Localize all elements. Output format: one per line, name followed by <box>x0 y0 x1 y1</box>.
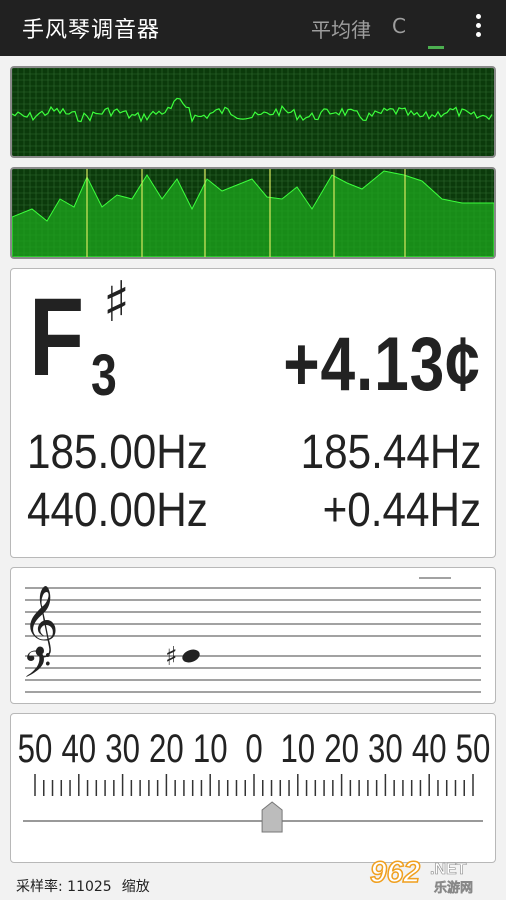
meter-scale-label: 40 <box>412 726 447 771</box>
meter-scale-label: 10 <box>193 726 228 771</box>
temperament-selector[interactable]: 平均律 <box>311 14 371 43</box>
svg-text:962: 962 <box>370 856 420 889</box>
sharp-icon: ♯ <box>103 270 131 335</box>
cents-meter: 50 40 30 20 10 0 10 20 30 40 50 <box>18 726 491 833</box>
watermark-logo: 962 .NET 乐游网 <box>369 855 473 896</box>
spectrum-area <box>12 170 494 257</box>
bass-clef-icon: 𝄢 <box>23 644 51 695</box>
meter-scale-label: 50 <box>456 726 491 771</box>
note-head <box>182 649 200 663</box>
app-title: 手风琴调音器 <box>22 18 161 43</box>
reference-frequency: 440.00Hz <box>27 484 208 537</box>
overflow-menu-icon[interactable] <box>468 12 488 40</box>
spectrum-plot <box>12 169 494 257</box>
cents-deviation: +4.13¢ <box>283 322 481 407</box>
meter-scale-label: 20 <box>324 726 359 771</box>
note-name: F <box>29 276 85 399</box>
waveform-plot <box>12 68 494 156</box>
note-sharp-icon: ♯ <box>165 642 178 672</box>
sample-rate: 采样率: 11025 <box>16 879 112 895</box>
waveform-scope <box>10 66 496 158</box>
measured-frequency: 185.44Hz <box>300 426 481 479</box>
tab-indicator <box>428 46 444 49</box>
status-bar: 采样率: 11025 缩放 <box>16 876 150 896</box>
spectrum-scope <box>10 167 496 259</box>
cents-meter-panel: 50 40 30 20 10 0 10 20 30 40 50 <box>10 713 496 863</box>
staff-panel: 𝄞 𝄢 ♯ <box>10 567 496 704</box>
meter-scale-label: 50 <box>18 726 53 771</box>
meter-needle[interactable] <box>261 801 283 833</box>
target-frequency: 185.00Hz <box>27 426 208 479</box>
music-staff: 𝄞 𝄢 ♯ <box>23 577 481 695</box>
svg-text:乐游网: 乐游网 <box>434 880 473 896</box>
meter-scale-label: 20 <box>149 726 184 771</box>
note-octave: 3 <box>91 343 117 408</box>
meter-scale-label: 30 <box>368 726 403 771</box>
frequency-difference: +0.44Hz <box>322 484 481 537</box>
meter-scale-label: 30 <box>105 726 140 771</box>
zoom-button[interactable]: 缩放 <box>122 879 150 895</box>
app-bar: 手风琴调音器 平均律 C <box>0 0 506 56</box>
note-readout-panel: F ♯ 3 +4.13¢ 185.00Hz 185.44Hz 440.00Hz … <box>10 268 496 558</box>
key-selector[interactable]: C <box>392 14 406 38</box>
meter-scale-label: 40 <box>61 726 96 771</box>
meter-scale-label: 10 <box>280 726 315 771</box>
svg-text:.NET: .NET <box>430 861 467 878</box>
meter-scale-label: 0 <box>245 726 262 771</box>
